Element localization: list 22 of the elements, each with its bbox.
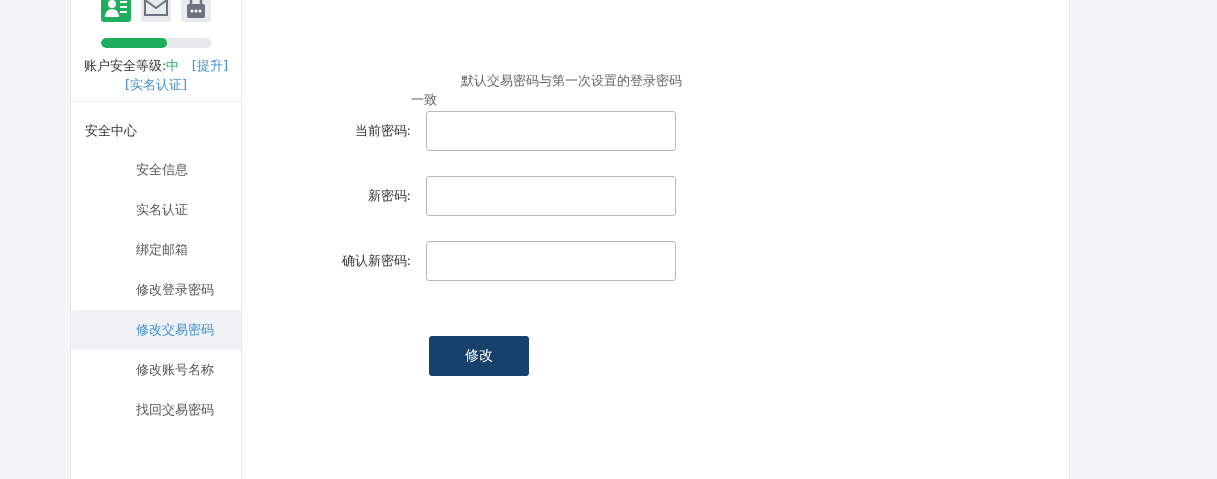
menu-item[interactable]: 安全信息 <box>71 150 241 190</box>
upgrade-link[interactable]: [提升] <box>191 58 228 73</box>
lock-icon[interactable] <box>181 0 211 22</box>
password-field[interactable] <box>426 176 676 216</box>
security-level-label: 账户安全等级: <box>84 58 167 73</box>
password-field[interactable] <box>426 241 676 281</box>
submit-button[interactable]: 修改 <box>429 336 529 376</box>
password-field[interactable] <box>426 111 676 151</box>
menu-item[interactable]: 绑定邮箱 <box>71 230 241 270</box>
menu-title: 安全中心 <box>84 122 138 140</box>
security-level-value: 中 <box>166 58 180 73</box>
menu-item[interactable]: 实名认证 <box>71 190 241 230</box>
menu-item[interactable]: 找回交易密码 <box>71 390 241 430</box>
field-label: 当前密码: <box>353 122 411 140</box>
hint-text: 默认交易密码与第一次设置的登录密码一致 <box>411 72 683 109</box>
menu-item[interactable]: 修改登录密码 <box>71 270 241 310</box>
id-card-icon[interactable] <box>101 0 131 22</box>
menu-item[interactable]: 修改账号名称 <box>71 350 241 390</box>
verify-link[interactable]: [实名认证] <box>124 77 188 92</box>
field-label: 新密码: <box>366 187 411 205</box>
field-label: 确认新密码: <box>340 252 411 270</box>
mail-icon[interactable] <box>141 0 171 22</box>
